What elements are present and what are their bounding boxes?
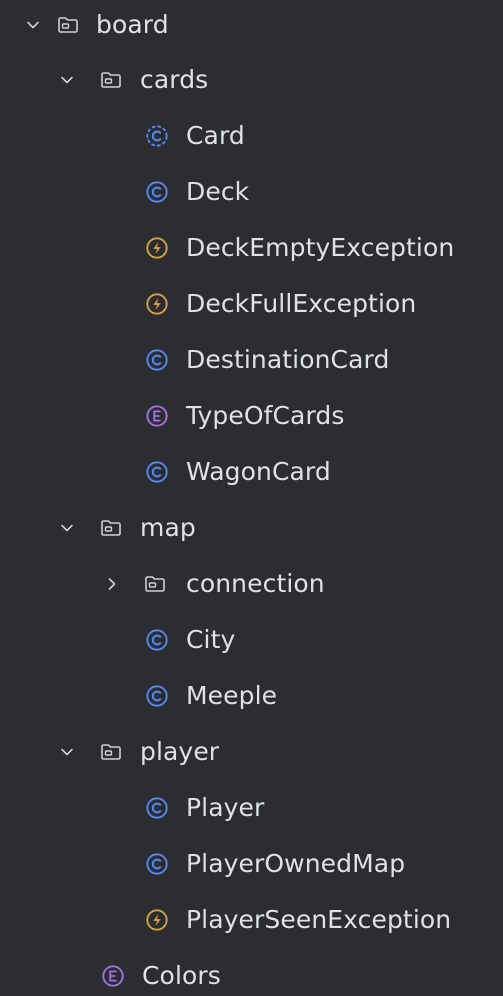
class-icon xyxy=(145,124,169,148)
chevron-right-icon[interactable] xyxy=(101,573,123,595)
tree-node-connection[interactable]: connection xyxy=(0,559,503,609)
tree-node-label: DestinationCard xyxy=(186,345,390,374)
chevron-down-icon[interactable] xyxy=(56,517,78,539)
tree-node-label: TypeOfCards xyxy=(186,401,345,430)
tree-node-card[interactable]: Card xyxy=(0,111,503,161)
tree-node-cards[interactable]: cards xyxy=(0,55,503,105)
tree-node-label: map xyxy=(140,513,196,542)
folder-icon xyxy=(99,516,123,540)
tree-node-label: Meeple xyxy=(186,681,278,710)
tree-node-destination-card[interactable]: DestinationCard xyxy=(0,335,503,385)
tree-node-player[interactable]: Player xyxy=(0,783,503,833)
tree-node-colors[interactable]: Colors xyxy=(0,951,503,996)
tree-node-label: Player xyxy=(186,793,265,822)
tree-node-city[interactable]: City xyxy=(0,615,503,665)
enum-icon xyxy=(145,404,169,428)
exception-icon xyxy=(145,292,169,316)
class-icon xyxy=(145,628,169,652)
chevron-down-icon[interactable] xyxy=(56,69,78,91)
folder-icon xyxy=(56,13,80,37)
enum-icon xyxy=(101,964,125,988)
tree-node-deck-full-exception[interactable]: DeckFullException xyxy=(0,279,503,329)
tree-node-label: Deck xyxy=(186,177,250,206)
tree-node-label: WagonCard xyxy=(186,457,331,486)
exception-icon xyxy=(145,236,169,260)
tree-node-player-seen-exception[interactable]: PlayerSeenException xyxy=(0,895,503,945)
folder-icon xyxy=(99,740,123,764)
tree-node-map[interactable]: map xyxy=(0,503,503,553)
exception-icon xyxy=(145,908,169,932)
tree-node-board[interactable]: board xyxy=(0,0,503,50)
folder-icon xyxy=(143,572,167,596)
tree-node-deck-empty-exception[interactable]: DeckEmptyException xyxy=(0,223,503,273)
class-icon xyxy=(145,796,169,820)
tree-node-label: DeckEmptyException xyxy=(186,233,455,262)
tree-node-meeple[interactable]: Meeple xyxy=(0,671,503,721)
tree-node-label: Card xyxy=(186,121,245,150)
class-icon xyxy=(145,460,169,484)
class-icon xyxy=(145,684,169,708)
chevron-down-icon[interactable] xyxy=(56,741,78,763)
tree-node-player-owned-map[interactable]: PlayerOwnedMap xyxy=(0,839,503,889)
class-icon xyxy=(145,348,169,372)
tree-node-label: board xyxy=(96,10,169,39)
tree-node-type-of-cards[interactable]: TypeOfCards xyxy=(0,391,503,441)
tree-node-label: player xyxy=(140,737,220,766)
tree-node-label: DeckFullException xyxy=(186,289,417,318)
tree-node-wagon-card[interactable]: WagonCard xyxy=(0,447,503,497)
tree-node-label: City xyxy=(186,625,236,654)
tree-node-label: Colors xyxy=(142,961,221,990)
tree-node-deck[interactable]: Deck xyxy=(0,167,503,217)
class-icon xyxy=(145,180,169,204)
project-tree: board cards Card Deck DeckEmptyException xyxy=(0,0,503,996)
folder-icon xyxy=(99,68,123,92)
class-icon xyxy=(145,852,169,876)
tree-node-label: cards xyxy=(140,65,209,94)
tree-node-label: PlayerOwnedMap xyxy=(186,849,406,878)
chevron-down-icon[interactable] xyxy=(22,14,44,36)
tree-node-player-folder[interactable]: player xyxy=(0,727,503,777)
tree-node-label: PlayerSeenException xyxy=(186,905,452,934)
tree-node-label: connection xyxy=(186,569,325,598)
